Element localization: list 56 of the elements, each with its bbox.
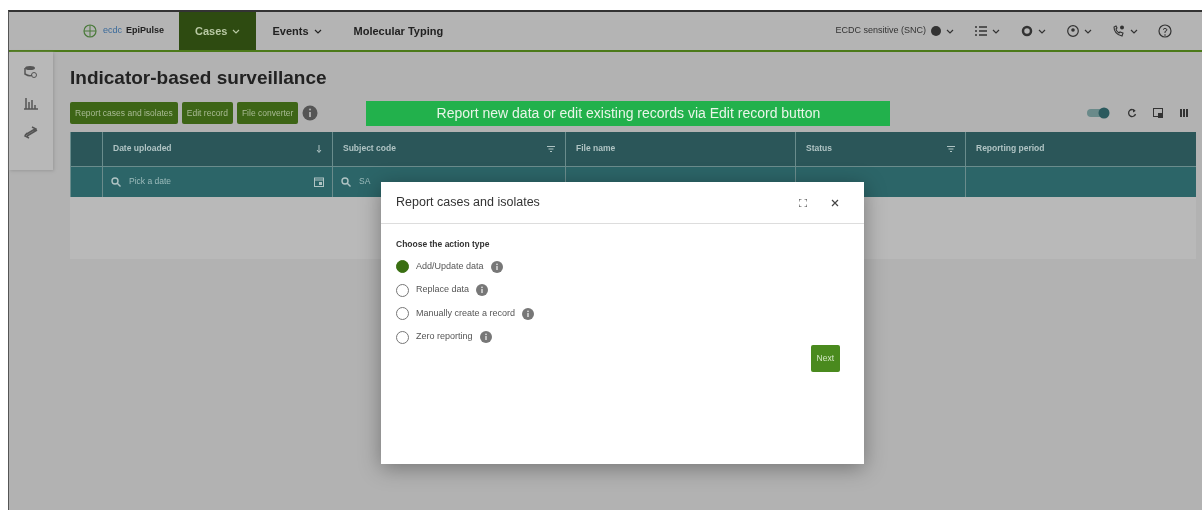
globe-icon [81, 24, 99, 38]
filter-icon [947, 145, 955, 152]
caret-icon [313, 27, 322, 35]
window-icon[interactable] [1153, 108, 1164, 118]
columns-icon[interactable] [1180, 108, 1190, 118]
caret-icon [1130, 27, 1138, 35]
sort-arrow-icon [316, 144, 322, 153]
radio-button[interactable] [396, 260, 409, 273]
action-button[interactable]: Report cases and isolates [70, 101, 178, 125]
info-icon[interactable] [522, 307, 535, 320]
option-label[interactable]: Replace data [416, 283, 470, 297]
info-icon[interactable] [302, 105, 319, 121]
arrows-icon[interactable] [23, 124, 39, 140]
list-icon[interactable] [974, 25, 988, 37]
info-banner: Report new data or edit existing records via Edit record button [366, 100, 891, 126]
option-label[interactable]: Add/Update data [416, 259, 484, 274]
search-icon [111, 176, 121, 187]
filter-field[interactable]: Pick a date [129, 175, 306, 188]
filter-icon [547, 145, 555, 152]
prompt-label: Choose the action type [396, 238, 491, 251]
column-header[interactable]: Status [795, 131, 965, 166]
nav-tab[interactable]: Events [256, 12, 338, 50]
dialog-title: Report cases and isolates [396, 194, 541, 212]
close-icon[interactable] [831, 198, 839, 207]
search-icon [341, 176, 351, 187]
caret-icon [992, 27, 1000, 35]
action-button[interactable]: Edit record [181, 101, 233, 125]
info-icon[interactable] [479, 331, 492, 343]
maximize-icon[interactable] [799, 198, 807, 207]
caret-icon [1038, 27, 1046, 35]
database-search-icon[interactable] [23, 64, 39, 80]
info-icon[interactable] [490, 260, 503, 273]
option-label[interactable]: Manually create a record [416, 306, 516, 321]
caret-icon [1084, 27, 1092, 35]
phone-icon[interactable] [1112, 25, 1126, 37]
sensitivity-label[interactable]: ECDC sensitive (SNC) [835, 24, 926, 38]
caret-icon [232, 27, 241, 35]
caret-icon [946, 27, 954, 35]
action-button[interactable]: File converter [236, 101, 299, 125]
nav-tab[interactable]: Cases [179, 12, 257, 50]
brand-name: EpiPulse [126, 24, 165, 38]
column-header[interactable]: Date uploaded [102, 131, 332, 166]
column-header[interactable]: Reporting period [965, 131, 1196, 166]
user-icon[interactable] [1066, 25, 1080, 37]
calendar-icon[interactable] [314, 176, 324, 187]
logo-text: ecdc [103, 24, 122, 38]
toggle-switch[interactable] [1087, 107, 1111, 119]
column-header[interactable]: Subject code [332, 131, 565, 166]
nav-tab[interactable]: Molecular Typing [337, 12, 460, 50]
refresh-icon[interactable] [1127, 108, 1137, 118]
option-label[interactable]: Zero reporting [416, 330, 473, 344]
page-title: Indicator-based surveillance [70, 66, 328, 90]
help-icon[interactable] [1158, 24, 1172, 38]
info-icon[interactable] [476, 284, 489, 296]
next-button[interactable]: Next [810, 344, 840, 372]
column-header[interactable]: File name [565, 131, 795, 166]
